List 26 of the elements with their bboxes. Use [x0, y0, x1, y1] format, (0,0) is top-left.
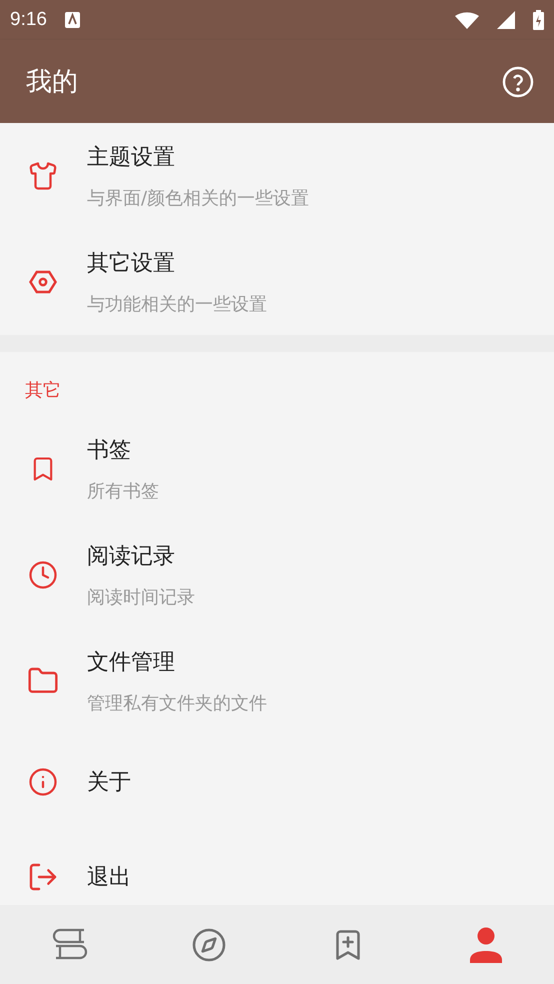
- menu-item-title[interactable]: 主题设置: [87, 142, 310, 172]
- section-header: 其它: [24, 379, 62, 403]
- menu-item-subtitle: 与界面/颜色相关的一些设置: [87, 187, 310, 210]
- battery-icon: [533, 10, 544, 30]
- status-time: 9:16: [10, 9, 47, 31]
- menu-item-title[interactable]: 阅读记录: [87, 541, 195, 571]
- person-icon: [468, 926, 502, 962]
- compass-icon: [190, 926, 226, 962]
- menu-item-title[interactable]: 退出: [87, 862, 131, 892]
- signal-icon: [497, 11, 515, 29]
- menu-item-subtitle: 与功能相关的一些设置: [87, 293, 267, 316]
- menu-item-title[interactable]: 关于: [87, 766, 131, 796]
- menu-item-title[interactable]: 书签: [87, 435, 159, 465]
- help-icon[interactable]: [502, 66, 534, 98]
- clock-icon: [28, 560, 58, 590]
- menu-item-title[interactable]: 文件管理: [87, 647, 267, 677]
- books-icon: [52, 928, 88, 962]
- menu-item-subtitle: 阅读时间记录: [87, 586, 195, 609]
- menu-item-subtitle: 所有书签: [87, 480, 159, 503]
- wifi-icon: [455, 11, 479, 29]
- menu-item-subtitle: 管理私有文件夹的文件: [87, 692, 267, 715]
- t-shirt-icon: [28, 161, 58, 191]
- info-icon: [28, 766, 58, 796]
- notification-icon: [64, 12, 80, 28]
- menu-item-title[interactable]: 其它设置: [87, 248, 267, 278]
- page-title: 我的: [26, 66, 78, 99]
